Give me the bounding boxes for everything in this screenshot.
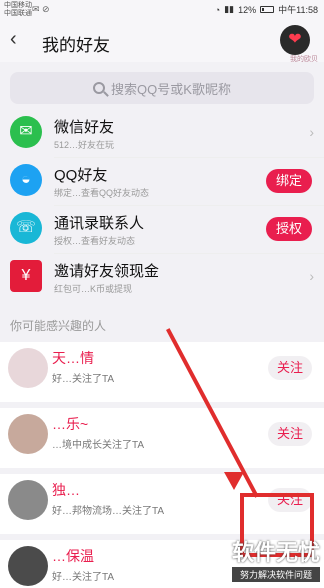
avatar [8, 480, 48, 520]
user-name: 独… [52, 482, 80, 498]
notification-icons: ✉ ⊘ [32, 4, 50, 14]
follow-button[interactable]: 关注 [268, 422, 312, 446]
channel-qq[interactable]: ◒ QQ好友 绑定…查看QQ好友动态 绑定 [0, 158, 324, 206]
page-title: 我的好友 [42, 36, 110, 55]
user-desc: 好…关注了TA [52, 374, 115, 385]
cash-icon: ¥ [10, 260, 42, 292]
status-bar: 中国移动 中国联通 ✉ ⊘ ◔ ▮▮ 12% 中午11:58 [0, 0, 324, 20]
avatar [8, 348, 48, 388]
wifi-icon: ◔ [214, 4, 221, 15]
channel-desc: 512…好友在玩 [54, 140, 115, 150]
channel-name: 通讯录联系人 [54, 215, 145, 232]
follow-button[interactable]: 关注 [268, 356, 312, 380]
bind-button[interactable]: 绑定 [266, 169, 312, 193]
watermark-sub: 努力解决软件问题 [231, 567, 320, 582]
signal-icon: ▮▮ [224, 4, 235, 14]
chevron-right-icon: › [309, 268, 314, 284]
heart-caption: 我的欧贝 [290, 56, 318, 63]
carrier-info: 中国移动 中国联通 [4, 2, 32, 18]
heart-icon[interactable]: ❤ [280, 25, 310, 55]
channel-desc: 绑定…查看QQ好友动态 [54, 188, 150, 198]
search-input[interactable]: 搜索QQ号或K歌昵称 [10, 72, 314, 104]
channel-invite[interactable]: ¥ 邀请好友领现金 红包可…K币或提现 › [0, 254, 324, 302]
carrier-2: 中国联通 [4, 10, 32, 17]
section-heading: 你可能感兴趣的人 [10, 319, 107, 333]
avatar [8, 414, 48, 454]
phone-icon: ☏ [10, 212, 42, 244]
search-icon [93, 82, 106, 94]
watermark-main: 软件无忧 [231, 540, 320, 565]
search-placeholder: 搜索QQ号或K歌昵称 [111, 81, 231, 97]
list-item[interactable]: …乐~ …境中成长关注了TA 关注 [0, 408, 324, 468]
annotation-arrow-head [224, 472, 244, 490]
status-right: ◔ ▮▮ 12% 中午11:58 [215, 3, 318, 16]
user-desc: …境中成长关注了TA [52, 440, 145, 451]
battery-icon [260, 6, 275, 13]
back-icon[interactable]: ‹ [10, 28, 17, 51]
authorize-button[interactable]: 授权 [266, 217, 312, 241]
channel-name: 微信好友 [54, 119, 115, 136]
user-desc: 好…邦物流场…关注了TA [52, 506, 165, 517]
qq-icon: ◒ [10, 164, 42, 196]
watermark: 软件无忧 努力解决软件问题 [231, 535, 320, 582]
chevron-right-icon: › [309, 124, 314, 140]
header: ‹ 我的好友 ⇆ ❤ 我的欧贝 [0, 20, 324, 63]
channel-desc: 授权…查看好友动态 [54, 236, 136, 246]
carrier-1: 中国移动 [4, 2, 32, 9]
user-name: …乐~ [52, 416, 89, 432]
user-name: …保温 [52, 548, 94, 564]
channel-name: QQ好友 [54, 167, 108, 184]
channel-contacts[interactable]: ☏ 通讯录联系人 授权…查看好友动态 授权 [0, 206, 324, 254]
list-item[interactable]: 天…情 好…关注了TA 关注 [0, 342, 324, 402]
channel-desc: 红包可…K币或提现 [54, 284, 133, 294]
wechat-icon: ✉ [10, 116, 42, 148]
clock: 中午11:58 [278, 5, 318, 15]
channel-wechat[interactable]: ✉ 微信好友 512…好友在玩 › [0, 110, 324, 158]
user-desc: 好…关注了TA [52, 572, 115, 583]
user-name: 天…情 [52, 350, 94, 366]
avatar [8, 546, 48, 586]
channel-name: 邀请好友领现金 [54, 263, 160, 280]
battery-percent: 12% [238, 4, 257, 15]
